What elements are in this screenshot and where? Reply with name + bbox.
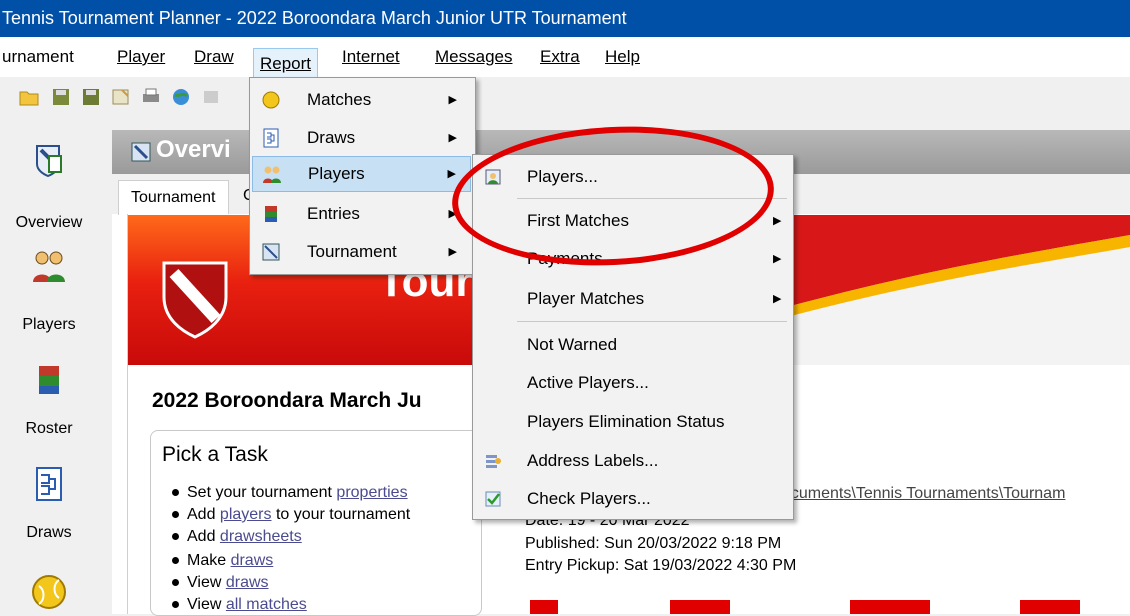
open-folder-icon[interactable]: [18, 86, 40, 108]
report-menu-matches[interactable]: Matches ▶: [252, 82, 471, 118]
submenu-players-elimination-status-label: Players Elimination Status: [527, 412, 725, 431]
submenu-address-labels[interactable]: Address Labels...: [475, 443, 791, 479]
published-date: Published: Sun 20/03/2022 9:18 PM: [525, 535, 782, 552]
tennis-ball-icon: [32, 575, 66, 609]
overview-title: Overvi: [156, 136, 231, 163]
menu-messages[interactable]: Messages: [435, 37, 512, 77]
toolbar-extra-icon[interactable]: [200, 86, 222, 108]
task-link-make-draws[interactable]: draws: [231, 552, 274, 569]
submenu-active-players-label: Active Players...: [527, 373, 649, 392]
report-menu-tournament-label: Tournament: [307, 242, 397, 261]
submenu-player-matches-label: Player Matches: [527, 289, 645, 308]
menu-bar: urnament Player Draw Report Internet Mes…: [0, 37, 1130, 80]
report-menu: Matches ▶ Draws ▶ Players ▶ Entries ▶ To…: [249, 77, 476, 275]
menu-draw[interactable]: Draw: [194, 37, 234, 77]
report-menu-entries[interactable]: Entries ▶: [252, 196, 471, 232]
task-item: View draws: [172, 574, 269, 592]
draws-icon: [263, 128, 279, 148]
menu-separator: [517, 321, 787, 322]
shield-logo-icon: [162, 261, 228, 339]
menu-player[interactable]: Player: [117, 37, 165, 77]
checkmark-icon: [485, 491, 501, 507]
task-item: Add drawsheets: [172, 528, 302, 546]
submenu-arrow-icon: ▶: [773, 293, 782, 305]
tab-tournament[interactable]: Tournament: [118, 180, 229, 215]
task-item: Make draws: [172, 552, 273, 570]
submenu-active-players[interactable]: Active Players...: [475, 365, 791, 401]
menu-help[interactable]: Help: [605, 37, 640, 77]
window-title: Tennis Tournament Planner - 2022 Boroond…: [2, 8, 627, 28]
overview-icon: [36, 145, 62, 178]
menu-internet[interactable]: Internet: [342, 37, 400, 77]
roster-icon: [39, 366, 59, 394]
submenu-arrow-icon: ▶: [448, 246, 457, 258]
task-link-drawsheets[interactable]: drawsheets: [220, 528, 302, 545]
submenu-arrow-icon: ▶: [773, 253, 782, 265]
report-menu-players[interactable]: Players ▶: [252, 156, 471, 192]
sidebar-label-draws: Draws: [26, 524, 72, 541]
save-icon[interactable]: [50, 86, 72, 108]
entries-icon: [265, 206, 277, 222]
report-menu-draws-label: Draws: [307, 128, 356, 147]
save-as-icon[interactable]: [80, 86, 102, 108]
sidebar-label-overview: Overview: [15, 214, 83, 231]
sidebar-item-roster[interactable]: Roster: [0, 362, 98, 444]
menu-tournament[interactable]: urnament: [2, 37, 74, 77]
tournament-file-path[interactable]: ocuments\Tennis Tournaments\Tournam: [782, 485, 1065, 503]
report-menu-draws[interactable]: Draws ▶: [252, 120, 471, 156]
task-link-players[interactable]: players: [220, 506, 272, 523]
draws-icon: [36, 467, 62, 501]
task-item: Set your tournament properties: [172, 484, 408, 502]
submenu-address-labels-label: Address Labels...: [527, 451, 659, 470]
task-link-properties[interactable]: properties: [336, 484, 407, 501]
submenu-check-players-label: Check Players...: [527, 489, 651, 508]
submenu-arrow-icon: ▶: [448, 94, 457, 106]
report-menu-players-label: Players: [308, 164, 365, 183]
print-icon[interactable]: [140, 86, 162, 108]
report-menu-entries-label: Entries: [307, 204, 360, 223]
report-menu-tournament[interactable]: Tournament ▶: [252, 234, 471, 270]
entry-pickup-date: Entry Pickup: Sat 19/03/2022 4:30 PM: [525, 557, 797, 574]
tournament-heading: 2022 Boroondara March Ju: [152, 389, 422, 412]
properties-icon[interactable]: [110, 86, 132, 108]
menu-extra[interactable]: Extra: [540, 37, 580, 77]
menu-report[interactable]: Report: [253, 48, 319, 80]
report-menu-matches-label: Matches: [307, 90, 372, 109]
bottom-red-heading-partial: [520, 598, 1120, 614]
task-link-all-matches[interactable]: all matches: [226, 596, 307, 613]
submenu-arrow-icon: ▶: [773, 215, 782, 227]
submenu-player-matches[interactable]: Player Matches ▶: [475, 281, 791, 317]
submenu-players-elimination-status[interactable]: Players Elimination Status: [475, 404, 791, 440]
submenu-arrow-icon: ▶: [447, 168, 456, 180]
sidebar-item-matches[interactable]: [31, 574, 67, 610]
task-item: View all matches: [172, 596, 307, 614]
submenu-not-warned-label: Not Warned: [527, 335, 618, 354]
sidebar-item-draws[interactable]: Draws: [0, 466, 98, 546]
submenu-check-players[interactable]: Check Players...: [475, 481, 791, 517]
sidebar-label-players: Players: [22, 316, 76, 333]
tournament-icon: [262, 243, 280, 261]
globe-icon[interactable]: [170, 86, 192, 108]
submenu-not-warned[interactable]: Not Warned: [475, 327, 791, 363]
toolbar: [0, 77, 1130, 120]
sidebar-item-players[interactable]: Players: [0, 248, 98, 340]
overview-small-icon: [131, 142, 151, 162]
sidebar-item-overview[interactable]: Overview: [0, 142, 98, 232]
tennis-ball-icon: [262, 91, 280, 109]
task-link-view-draws[interactable]: draws: [226, 574, 269, 591]
players-icon: [263, 166, 281, 183]
task-item: Add players to your tournament: [172, 506, 410, 524]
window-title-bar: Tennis Tournament Planner - 2022 Boroond…: [0, 0, 1130, 37]
pick-a-task-title: Pick a Task: [162, 443, 268, 466]
sidebar-label-roster: Roster: [25, 420, 73, 437]
submenu-arrow-icon: ▶: [448, 132, 457, 144]
players-icon: [33, 251, 65, 282]
address-labels-icon: [486, 455, 501, 468]
tab-tournament-label: Tournament: [131, 189, 216, 206]
